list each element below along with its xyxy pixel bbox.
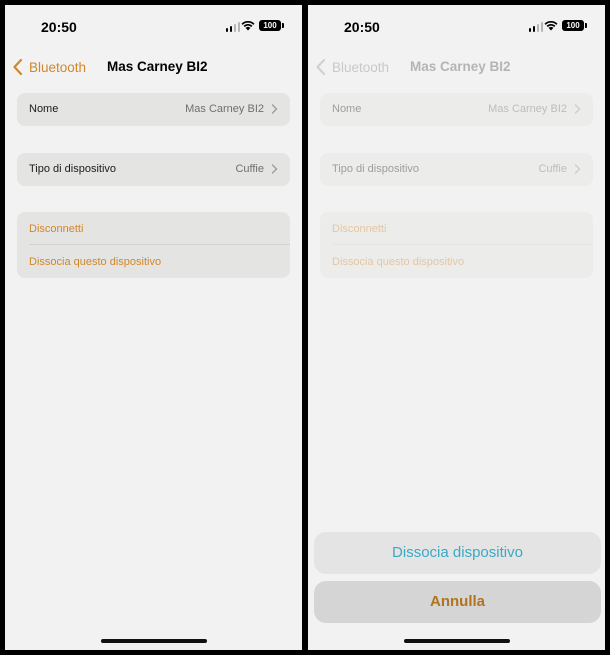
home-indicator [100, 639, 207, 643]
disconnect-row: Disconnetti [320, 212, 593, 245]
forget-device-label: Dissocia questo dispositivo [332, 256, 465, 268]
battery-icon: 100 [259, 20, 281, 31]
page-title: Mas Carney BI2 [107, 59, 208, 74]
cellular-signal-icon [225, 22, 240, 32]
status-time: 20:50 [41, 19, 77, 35]
phone-screen-action-sheet: 20:50 100 Bluetooth Mas Carney BI2 Nome … [308, 5, 605, 650]
cellular-signal-icon [528, 22, 543, 32]
name-group: Nome Mas Carney BI2 [320, 93, 593, 126]
wifi-icon [241, 20, 255, 31]
navigation-bar: Bluetooth Mas Carney BI2 [5, 49, 302, 85]
status-bar: 20:50 100 [5, 5, 302, 49]
name-group: Nome Mas Carney BI2 [17, 93, 290, 126]
back-button: Bluetooth [314, 49, 389, 85]
name-label: Nome [29, 103, 59, 115]
device-type-value: Cuffie [538, 163, 567, 175]
disconnect-label: Disconnetti [332, 223, 387, 235]
status-time: 20:50 [344, 19, 380, 35]
device-type-value: Cuffie [235, 163, 264, 175]
home-indicator [403, 639, 510, 643]
actions-group: Disconnetti Dissocia questo dispositivo [17, 212, 290, 278]
chevron-right-icon [574, 104, 581, 114]
disconnect-row[interactable]: Disconnetti [17, 212, 290, 245]
device-type-label: Tipo di dispositivo [332, 163, 420, 175]
name-row[interactable]: Nome Mas Carney BI2 [17, 93, 290, 126]
battery-tip [282, 23, 284, 28]
back-label: Bluetooth [29, 59, 87, 75]
actions-group: Disconnetti Dissocia questo dispositivo [320, 212, 593, 278]
chevron-right-icon [574, 164, 581, 174]
disconnect-label: Disconnetti [29, 223, 84, 235]
device-type-group: Tipo di dispositivo Cuffie [17, 153, 290, 186]
wifi-icon [544, 20, 558, 31]
device-type-row[interactable]: Tipo di dispositivo Cuffie [17, 153, 290, 186]
back-label: Bluetooth [332, 59, 390, 75]
chevron-right-icon [271, 164, 278, 174]
device-type-label: Tipo di dispositivo [29, 163, 117, 175]
battery-tip [585, 23, 587, 28]
back-button[interactable]: Bluetooth [11, 49, 86, 85]
name-label: Nome [332, 103, 362, 115]
status-bar: 20:50 100 [308, 5, 605, 49]
navigation-bar: Bluetooth Mas Carney BI2 [308, 49, 605, 85]
phone-screen-settings: 20:50 100 Bluetooth Mas Carney BI2 Nome … [5, 5, 302, 650]
name-row: Nome Mas Carney BI2 [320, 93, 593, 126]
page-title: Mas Carney BI2 [410, 59, 511, 74]
name-value: Mas Carney BI2 [185, 103, 264, 115]
chevron-left-icon [13, 58, 23, 76]
name-value: Mas Carney BI2 [488, 103, 567, 115]
forget-device-row: Dissocia questo dispositivo [320, 245, 593, 278]
forget-device-confirm-button[interactable]: Dissocia dispositivo [314, 532, 601, 574]
chevron-right-icon [271, 104, 278, 114]
forget-device-row[interactable]: Dissocia questo dispositivo [17, 245, 290, 278]
chevron-left-icon [316, 58, 326, 76]
device-type-row: Tipo di dispositivo Cuffie [320, 153, 593, 186]
forget-device-label: Dissocia questo dispositivo [29, 256, 162, 268]
battery-icon: 100 [562, 20, 584, 31]
cancel-button[interactable]: Annulla [314, 581, 601, 623]
device-type-group: Tipo di dispositivo Cuffie [320, 153, 593, 186]
